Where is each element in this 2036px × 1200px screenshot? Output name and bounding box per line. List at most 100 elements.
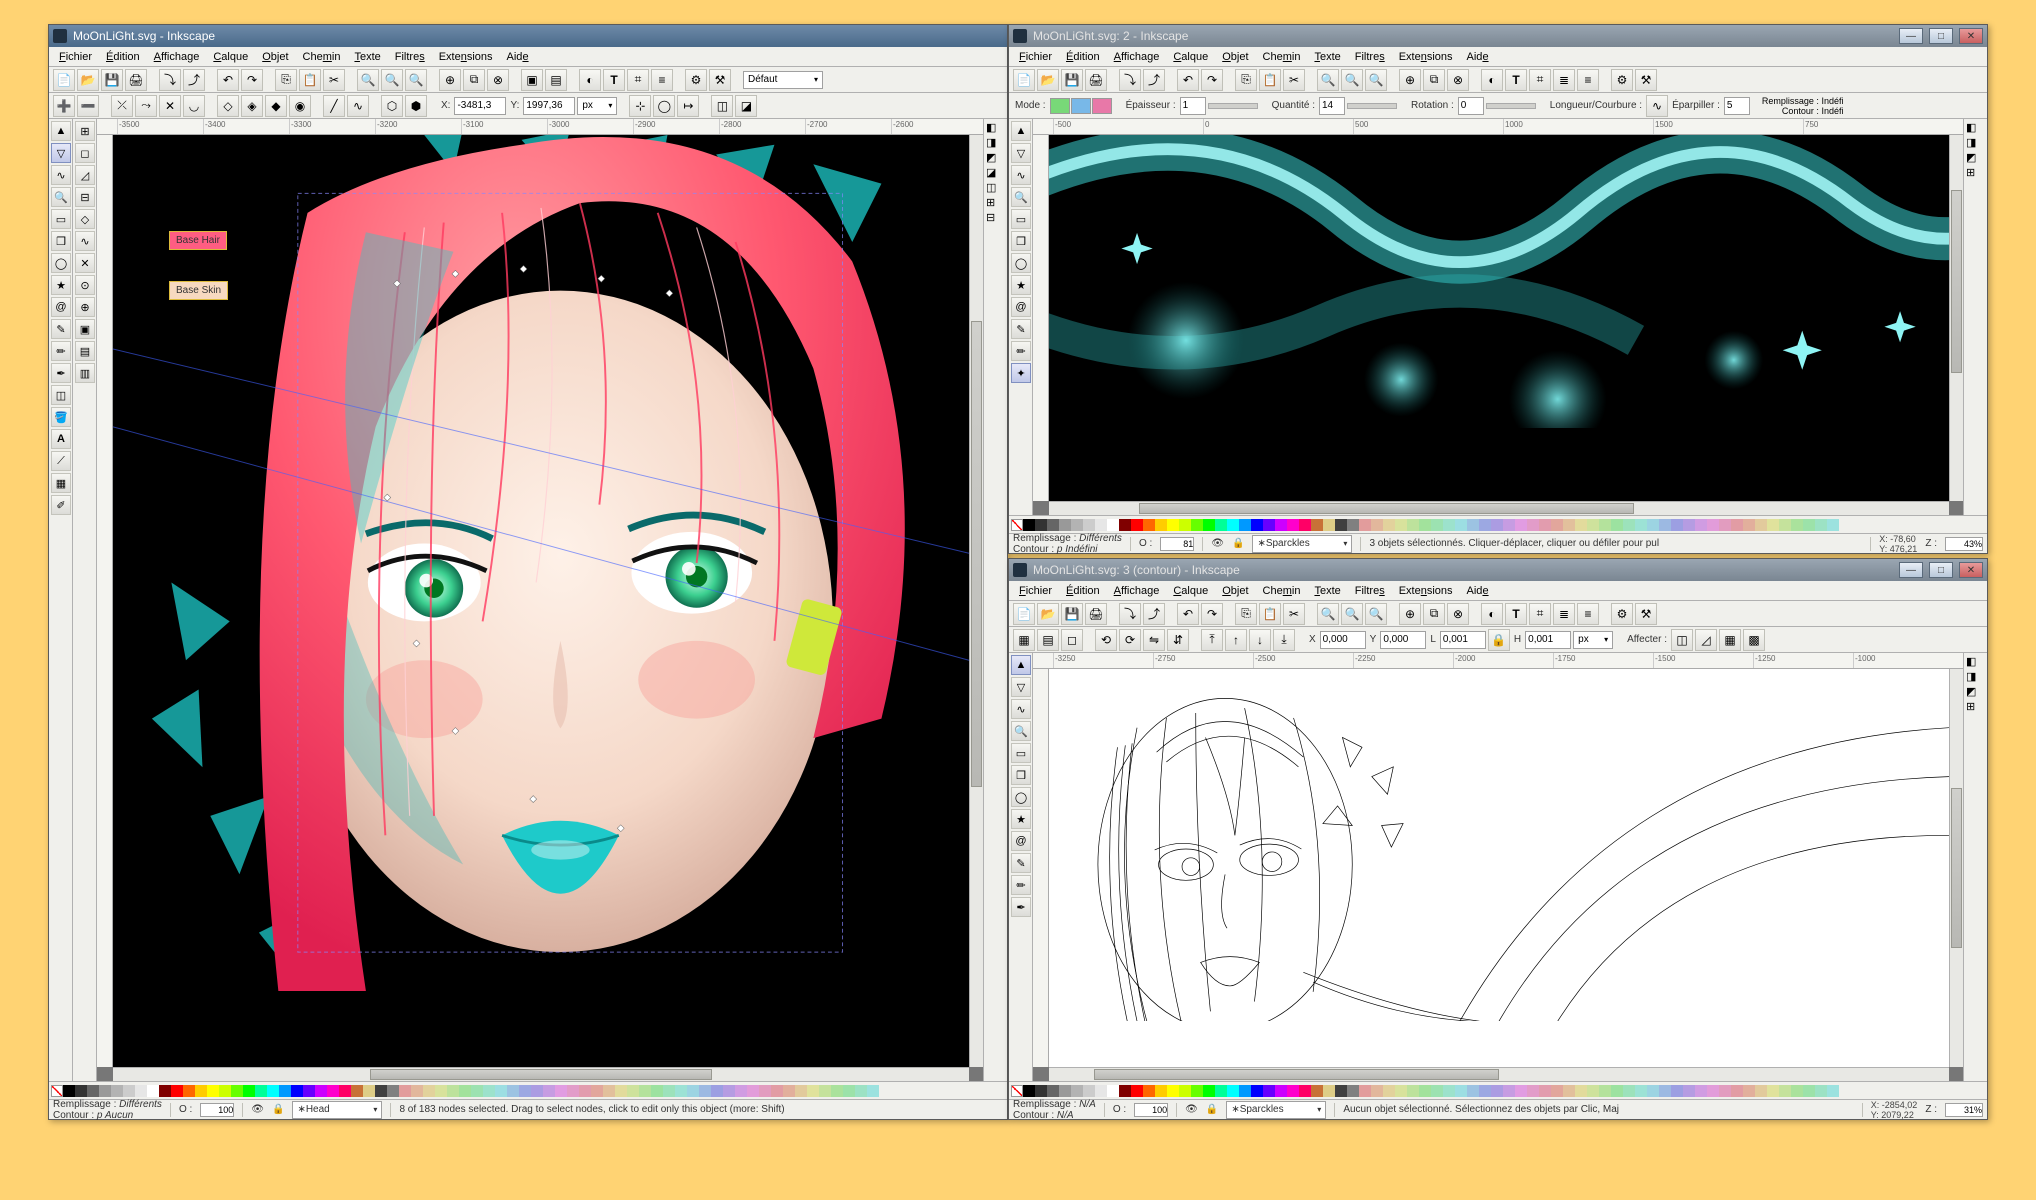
color-swatch[interactable] bbox=[1731, 519, 1743, 531]
w-input[interactable] bbox=[1440, 631, 1486, 649]
rect-tool-icon[interactable]: ▭ bbox=[1011, 743, 1031, 763]
color-swatch[interactable] bbox=[1755, 519, 1767, 531]
zoom-tool-icon[interactable]: 🔍 bbox=[1011, 187, 1031, 207]
color-swatch[interactable] bbox=[1119, 1085, 1131, 1097]
zoom-icon[interactable]: 🔍 bbox=[1365, 69, 1387, 91]
color-swatch[interactable] bbox=[1587, 519, 1599, 531]
color-swatch[interactable] bbox=[531, 1085, 543, 1097]
color-swatch[interactable] bbox=[399, 1085, 411, 1097]
panel-icon[interactable]: ◩ bbox=[986, 151, 1005, 164]
color-swatch[interactable] bbox=[435, 1085, 447, 1097]
color-swatch[interactable] bbox=[207, 1085, 219, 1097]
color-swatch[interactable] bbox=[807, 1085, 819, 1097]
text-tool-icon[interactable]: A bbox=[51, 429, 71, 449]
y-input[interactable] bbox=[523, 97, 575, 115]
show-handles-icon[interactable]: ⊹ bbox=[629, 95, 651, 117]
bezier-tool-icon[interactable]: ✏ bbox=[51, 341, 71, 361]
node-tool-icon[interactable]: ▽ bbox=[1011, 143, 1031, 163]
ellipse-tool-icon[interactable]: ◯ bbox=[51, 253, 71, 273]
color-swatch[interactable] bbox=[195, 1085, 207, 1097]
color-swatch[interactable] bbox=[1659, 519, 1671, 531]
import-icon[interactable]: ⤵ bbox=[159, 69, 181, 91]
panel-icon[interactable]: ◫ bbox=[986, 181, 1005, 194]
color-swatch[interactable] bbox=[1659, 1085, 1671, 1097]
panel-icon[interactable]: ⊞ bbox=[1966, 166, 1985, 179]
color-swatch[interactable] bbox=[1503, 1085, 1515, 1097]
paste-icon[interactable]: 📋 bbox=[1259, 69, 1281, 91]
color-swatch[interactable] bbox=[243, 1085, 255, 1097]
cut-icon[interactable]: ✂ bbox=[323, 69, 345, 91]
redo-icon[interactable]: ↷ bbox=[241, 69, 263, 91]
thickness-slider[interactable] bbox=[1208, 103, 1258, 109]
menu-item[interactable]: Objet bbox=[256, 50, 294, 64]
node-tool-icon[interactable]: ▽ bbox=[1011, 677, 1031, 697]
color-swatch[interactable] bbox=[1515, 1085, 1527, 1097]
color-swatch[interactable] bbox=[1107, 1085, 1119, 1097]
color-swatch[interactable] bbox=[1767, 1085, 1779, 1097]
snap-rot-icon[interactable]: ⊕ bbox=[75, 297, 95, 317]
panel-icon[interactable]: ◨ bbox=[986, 136, 1005, 149]
color-swatch[interactable] bbox=[1539, 1085, 1551, 1097]
node-auto-icon[interactable]: ◉ bbox=[289, 95, 311, 117]
color-swatch[interactable] bbox=[1335, 1085, 1347, 1097]
panel-icon[interactable]: ◧ bbox=[1966, 121, 1985, 134]
window2-menubar[interactable]: Fichier Édition Affichage Calque Objet C… bbox=[1009, 47, 1987, 67]
menu-item[interactable]: Affichage bbox=[148, 50, 206, 64]
rotate-ccw-icon[interactable]: ⟲ bbox=[1095, 629, 1117, 651]
scrollbar-vertical[interactable] bbox=[969, 135, 983, 1067]
doc-prefs-icon[interactable]: ⚒ bbox=[1635, 69, 1657, 91]
color-swatch[interactable] bbox=[75, 1085, 87, 1097]
color-swatch[interactable] bbox=[747, 1085, 759, 1097]
color-swatch[interactable] bbox=[327, 1085, 339, 1097]
pencil-tool-icon[interactable]: ✎ bbox=[51, 319, 71, 339]
h-input[interactable] bbox=[1525, 631, 1571, 649]
color-swatch[interactable] bbox=[1779, 519, 1791, 531]
menu-item[interactable]: Calque bbox=[207, 50, 254, 64]
node-smooth-icon[interactable]: ◈ bbox=[241, 95, 263, 117]
color-swatch[interactable] bbox=[1635, 1085, 1647, 1097]
connector-tool-icon[interactable]: ⟋ bbox=[51, 451, 71, 471]
color-swatch[interactable] bbox=[459, 1085, 471, 1097]
zoom-icon[interactable]: 🔍 bbox=[1317, 69, 1339, 91]
node-corner-icon[interactable]: ◇ bbox=[217, 95, 239, 117]
snap-edge-icon[interactable]: ⊟ bbox=[75, 187, 95, 207]
snap-grid-icon[interactable]: ▤ bbox=[75, 341, 95, 361]
color-swatch[interactable] bbox=[1215, 519, 1227, 531]
color-swatch[interactable] bbox=[1455, 519, 1467, 531]
color-swatch[interactable] bbox=[1671, 1085, 1683, 1097]
color-swatch[interactable] bbox=[1599, 519, 1611, 531]
color-swatch[interactable] bbox=[1131, 1085, 1143, 1097]
color-swatch[interactable] bbox=[171, 1085, 183, 1097]
color-swatch[interactable] bbox=[867, 1085, 879, 1097]
paste-icon[interactable]: 📋 bbox=[299, 69, 321, 91]
rect-tool-icon[interactable]: ▭ bbox=[51, 209, 71, 229]
color-swatch[interactable] bbox=[1539, 519, 1551, 531]
open-file-icon[interactable]: 📂 bbox=[1037, 603, 1059, 625]
flip-h-icon[interactable]: ⇋ bbox=[1143, 629, 1165, 651]
color-swatch[interactable] bbox=[1083, 1085, 1095, 1097]
color-swatch[interactable] bbox=[1167, 1085, 1179, 1097]
undo-icon[interactable]: ↶ bbox=[1177, 69, 1199, 91]
import-icon[interactable]: ⤵ bbox=[1119, 603, 1141, 625]
calligraphy-tool-icon[interactable]: ✒ bbox=[51, 363, 71, 383]
rotation-slider[interactable] bbox=[1486, 103, 1536, 109]
zoom-draw-icon[interactable]: 🔍 bbox=[381, 69, 403, 91]
node-seg-del-icon[interactable]: ✕ bbox=[159, 95, 181, 117]
menu-item[interactable]: Chemin bbox=[1257, 584, 1307, 598]
raise-top-icon[interactable]: ⤒ bbox=[1201, 629, 1223, 651]
3dbox-tool-icon[interactable]: ❒ bbox=[1011, 231, 1031, 251]
copy-icon[interactable]: ⎘ bbox=[1235, 69, 1257, 91]
color-swatch[interactable] bbox=[1671, 519, 1683, 531]
zoom-icon[interactable]: 🔍 bbox=[1317, 603, 1339, 625]
print-icon[interactable]: 🖨 bbox=[125, 69, 147, 91]
snap-center-icon[interactable]: ⊙ bbox=[75, 275, 95, 295]
color-swatch[interactable] bbox=[1131, 519, 1143, 531]
color-swatch[interactable] bbox=[1827, 519, 1839, 531]
menu-item[interactable]: Édition bbox=[100, 50, 146, 64]
menu-item[interactable]: Édition bbox=[1060, 50, 1106, 64]
menu-item[interactable]: Chemin bbox=[1257, 50, 1307, 64]
color-swatch[interactable] bbox=[291, 1085, 303, 1097]
color-swatch[interactable] bbox=[375, 1085, 387, 1097]
color-swatch[interactable] bbox=[1815, 1085, 1827, 1097]
panel-icon[interactable]: ◪ bbox=[986, 166, 1005, 179]
